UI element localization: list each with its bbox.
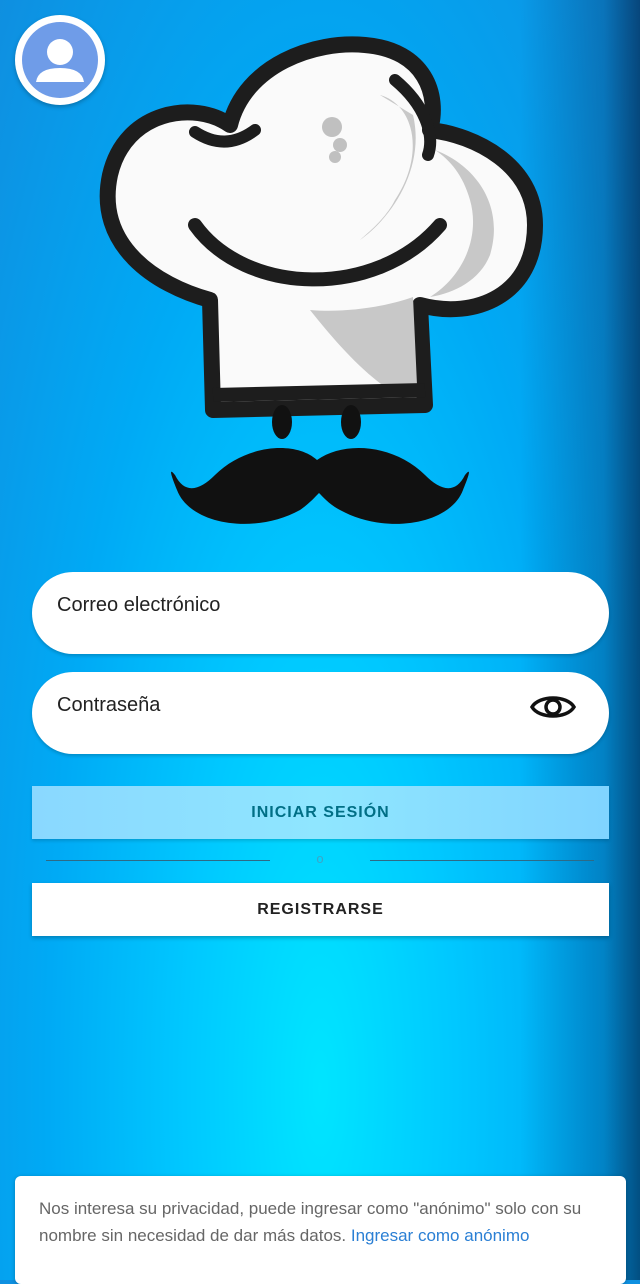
login-button[interactable]: INICIAR SESIÓN	[32, 786, 609, 839]
eye-icon[interactable]	[529, 690, 577, 724]
profile-avatar-button[interactable]	[15, 15, 105, 105]
anonymous-login-link[interactable]: Ingresar como anónimo	[351, 1226, 530, 1245]
register-button[interactable]: REGISTRARSE	[32, 883, 609, 936]
user-avatar-icon	[22, 22, 98, 98]
password-field[interactable]: Contraseña	[32, 672, 609, 754]
privacy-text-container: Nos interesa su privacidad, puede ingres…	[39, 1195, 602, 1249]
privacy-notice: Nos interesa su privacidad, puede ingres…	[15, 1176, 626, 1284]
divider-right	[370, 860, 594, 861]
or-separator: o	[316, 851, 324, 866]
divider-left	[46, 860, 270, 861]
email-label: Correo electrónico	[57, 594, 221, 616]
password-label: Contraseña	[57, 694, 161, 716]
email-field[interactable]: Correo electrónico	[32, 572, 609, 654]
chef-hat-mustache-logo	[99, 36, 543, 524]
